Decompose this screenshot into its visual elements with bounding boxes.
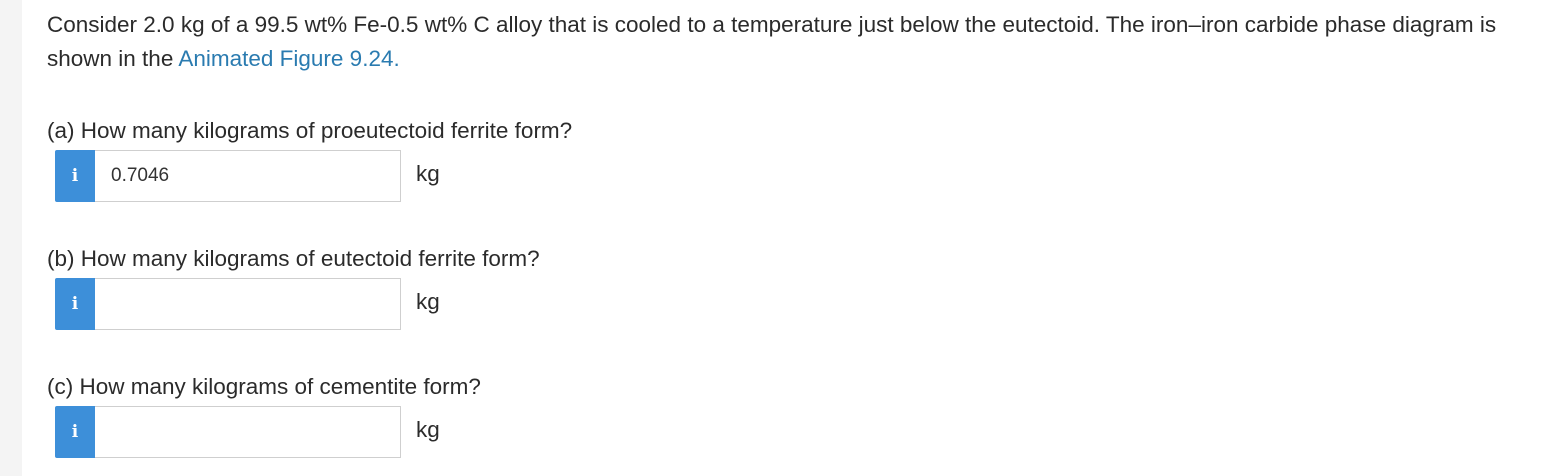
info-button-a[interactable]: i bbox=[55, 150, 95, 202]
unit-label-a: kg bbox=[416, 161, 440, 186]
info-button-b[interactable]: i bbox=[55, 278, 95, 330]
unit-label-c: kg bbox=[416, 417, 440, 442]
question-c-label: (c) How many kilograms of cementite form… bbox=[47, 374, 481, 399]
answer-input-a[interactable] bbox=[95, 150, 401, 202]
answer-row-c: i kg bbox=[55, 406, 440, 458]
question-card: Consider 2.0 kg of a 99.5 wt% Fe-0.5 wt%… bbox=[22, 0, 1542, 476]
info-icon: i bbox=[71, 165, 79, 186]
info-button-c[interactable]: i bbox=[55, 406, 95, 458]
problem-statement: Consider 2.0 kg of a 99.5 wt% Fe-0.5 wt%… bbox=[47, 8, 1517, 76]
question-b-label: (b) How many kilograms of eutectoid ferr… bbox=[47, 246, 540, 271]
answer-input-b[interactable] bbox=[95, 278, 401, 330]
figure-link[interactable]: Animated Figure 9.24. bbox=[178, 46, 399, 71]
answer-input-c[interactable] bbox=[95, 406, 401, 458]
answer-row-b: i kg bbox=[55, 278, 440, 330]
answer-row-a: i kg bbox=[55, 150, 440, 202]
info-icon: i bbox=[71, 421, 79, 442]
info-icon: i bbox=[71, 293, 79, 314]
unit-label-b: kg bbox=[416, 289, 440, 314]
question-a-label: (a) How many kilograms of proeutectoid f… bbox=[47, 118, 573, 143]
